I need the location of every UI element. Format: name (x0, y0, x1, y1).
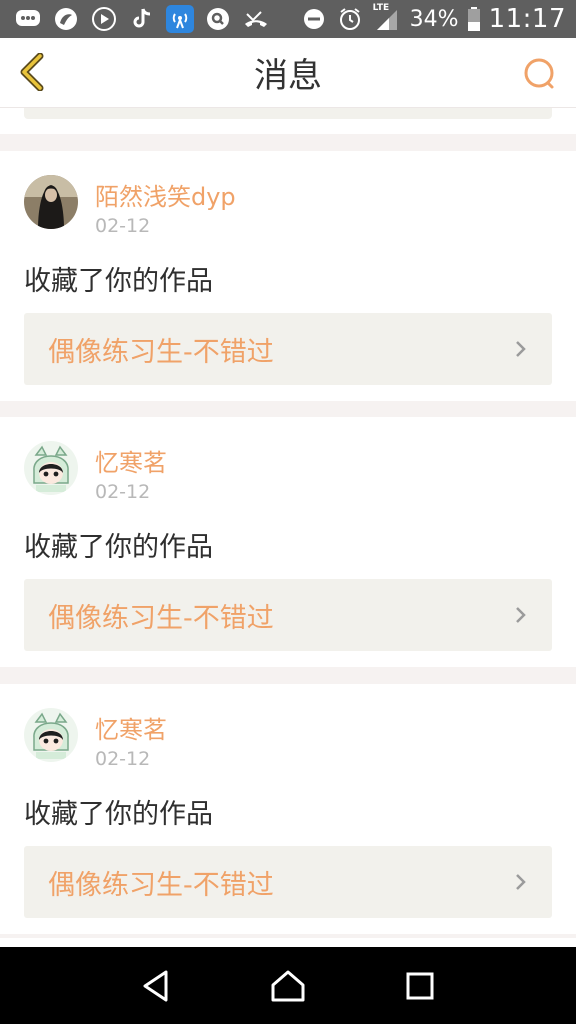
avatar[interactable] (24, 708, 78, 762)
work-link[interactable]: 偶像练习生-不错过 (24, 313, 552, 385)
battery-percent: 34% (409, 6, 459, 32)
page-title: 消息 (254, 56, 322, 96)
previous-work-link-fragment (24, 108, 552, 119)
date: 02-12 (95, 215, 151, 237)
username[interactable]: 陌然浅笑dyp (95, 177, 236, 212)
work-title: 偶像练习生-不错过 (48, 602, 274, 634)
browser-icon (52, 5, 80, 33)
avatar[interactable] (24, 441, 78, 495)
previous-card-fragment (0, 108, 576, 134)
battery-icon (467, 5, 481, 33)
do-not-disturb-icon (300, 5, 328, 33)
dark-hair-avatar-icon (24, 175, 78, 229)
date: 02-12 (95, 748, 151, 770)
work-title: 偶像练习生-不错过 (48, 336, 274, 368)
avatar[interactable] (24, 175, 78, 229)
username[interactable]: 忆寒茗 (95, 710, 167, 745)
chevron-left-icon (20, 53, 44, 91)
notification-card: 忆寒茗 02-12 收藏了你的作品 偶像练习生-不错过 (0, 417, 576, 667)
work-link[interactable]: 偶像练习生-不错过 (24, 846, 552, 918)
status-right-icons: LTE 34% 11:17 (300, 3, 576, 34)
back-icon (143, 970, 168, 1001)
message-list[interactable]: 陌然浅笑dyp 02-12 收藏了你的作品 偶像练习生-不错过 忆寒茗 02-1… (0, 108, 576, 947)
network-type: LTE (372, 3, 390, 13)
notification-card: 忆寒茗 02-12 收藏了你的作品 偶像练习生-不错过 (0, 684, 576, 934)
status-bar: LTE 34% 11:17 (0, 0, 576, 38)
search-button[interactable] (522, 56, 558, 92)
messages-icon (14, 5, 42, 33)
username[interactable]: 忆寒茗 (95, 443, 167, 478)
recents-icon (406, 972, 434, 999)
nav-back-button[interactable] (132, 962, 180, 1010)
date: 02-12 (95, 481, 151, 503)
app-header: 消息 (0, 38, 576, 108)
action-text: 收藏了你的作品 (24, 532, 213, 563)
cartoon-girl-avatar-icon (24, 708, 78, 762)
tiktok-icon (128, 5, 156, 33)
missed-call-icon (242, 5, 270, 33)
notification-card: 陌然浅笑dyp 02-12 收藏了你的作品 偶像练习生-不错过 (0, 151, 576, 401)
action-text: 收藏了你的作品 (24, 799, 213, 830)
cartoon-girl-avatar-icon (24, 441, 78, 495)
back-button[interactable] (12, 52, 52, 92)
search-app-icon (204, 5, 232, 33)
search-icon (524, 58, 554, 89)
nav-home-button[interactable] (264, 962, 312, 1010)
play-store-icon (90, 5, 118, 33)
signal-icon: LTE (372, 3, 402, 33)
work-link[interactable]: 偶像练习生-不错过 (24, 579, 552, 651)
system-nav-bar (0, 947, 576, 1024)
chevron-right-icon (516, 607, 526, 623)
status-left-icons (0, 5, 270, 33)
next-card-fragment (0, 938, 576, 947)
chevron-right-icon (516, 341, 526, 357)
wifi-hotspot-icon (166, 5, 194, 33)
nav-recents-button[interactable] (396, 962, 444, 1010)
alarm-icon (336, 5, 364, 33)
action-text: 收藏了你的作品 (24, 266, 213, 297)
home-icon (271, 970, 305, 1001)
clock: 11:17 (488, 4, 566, 34)
chevron-right-icon (516, 874, 526, 890)
work-title: 偶像练习生-不错过 (48, 869, 274, 901)
